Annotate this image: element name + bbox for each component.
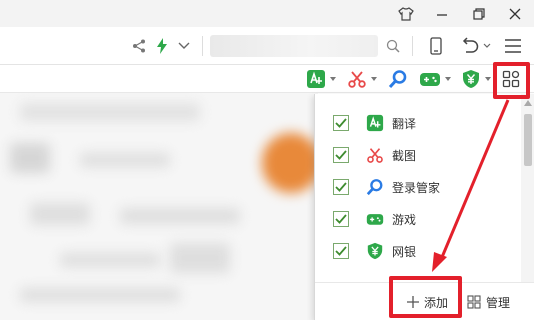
checkbox[interactable] [333, 211, 349, 227]
minimize-icon[interactable] [424, 0, 460, 27]
gamepad-icon [366, 210, 384, 228]
close-icon[interactable] [497, 0, 533, 27]
chevron-down-icon [445, 77, 451, 81]
screenshot-extension-button[interactable] [347, 69, 377, 89]
checkmark-icon [335, 118, 347, 128]
checkbox[interactable] [333, 115, 349, 131]
menu-item-label: 登录管家 [392, 180, 441, 195]
checkmark-icon [335, 214, 347, 224]
checkbox[interactable] [333, 243, 349, 259]
divider [412, 36, 413, 56]
magnifier-icon [388, 70, 407, 89]
chevron-down-icon[interactable] [175, 37, 193, 55]
extension-bar [0, 65, 534, 93]
chevron-down-icon [371, 77, 377, 81]
banking-extension-button[interactable] [461, 69, 491, 89]
menu-item-translate[interactable]: 翻译 [315, 107, 521, 139]
translate-extension-button[interactable] [306, 69, 336, 89]
checkmark-icon [335, 182, 347, 192]
address-toolbar [0, 27, 534, 65]
menu-scrollbar[interactable] [521, 94, 534, 282]
scrollbar-thumb[interactable] [524, 114, 532, 166]
manage-extensions-button[interactable]: 管理 [467, 293, 510, 311]
chevron-down-icon [485, 77, 491, 81]
menu-item-games[interactable]: 游戏 [315, 203, 521, 235]
menu-item-login-manager[interactable]: 登录管家 [315, 171, 521, 203]
games-extension-button[interactable] [419, 69, 451, 89]
search-extension-button[interactable] [388, 69, 408, 89]
lightning-icon[interactable] [153, 37, 171, 55]
grid-icon [467, 295, 481, 309]
undo-icon[interactable] [460, 36, 482, 56]
checkmark-icon [335, 246, 347, 256]
shield-yen-icon [463, 70, 479, 88]
skin-shirt-icon[interactable] [388, 0, 424, 27]
menu-item-banking[interactable]: 网银 [315, 235, 521, 267]
menu-item-label: 网银 [392, 244, 417, 259]
menu-item-screenshot[interactable]: 截图 [315, 139, 521, 171]
key-search-icon [366, 178, 384, 196]
shield-yen-icon [366, 242, 384, 260]
scroll-up-arrow-icon[interactable] [524, 100, 532, 106]
menu-item-label: 翻译 [392, 116, 417, 131]
mobile-icon[interactable] [427, 36, 445, 56]
translate-icon [307, 70, 325, 88]
menu-icon[interactable] [503, 36, 523, 56]
manage-label: 管理 [486, 295, 511, 310]
checkmark-icon [335, 150, 347, 160]
page-content-blurred [0, 93, 318, 320]
undo-dropdown-chevron-icon[interactable] [482, 39, 492, 53]
share-icon[interactable] [130, 37, 148, 55]
checkbox[interactable] [333, 179, 349, 195]
divider [202, 36, 203, 56]
checkbox[interactable] [333, 147, 349, 163]
scissors-icon [348, 71, 366, 88]
restore-icon[interactable] [461, 0, 497, 27]
menu-item-label: 游戏 [392, 212, 417, 227]
highlight-box-add-button [389, 276, 462, 318]
highlight-box-apps-button [493, 62, 530, 99]
title-bar [0, 0, 534, 27]
gamepad-icon [420, 73, 440, 86]
scissors-icon [366, 146, 384, 164]
address-input[interactable] [210, 35, 378, 57]
translate-icon [366, 114, 384, 132]
search-icon[interactable] [384, 37, 402, 55]
chevron-down-icon [330, 77, 336, 81]
menu-item-label: 截图 [392, 148, 417, 163]
